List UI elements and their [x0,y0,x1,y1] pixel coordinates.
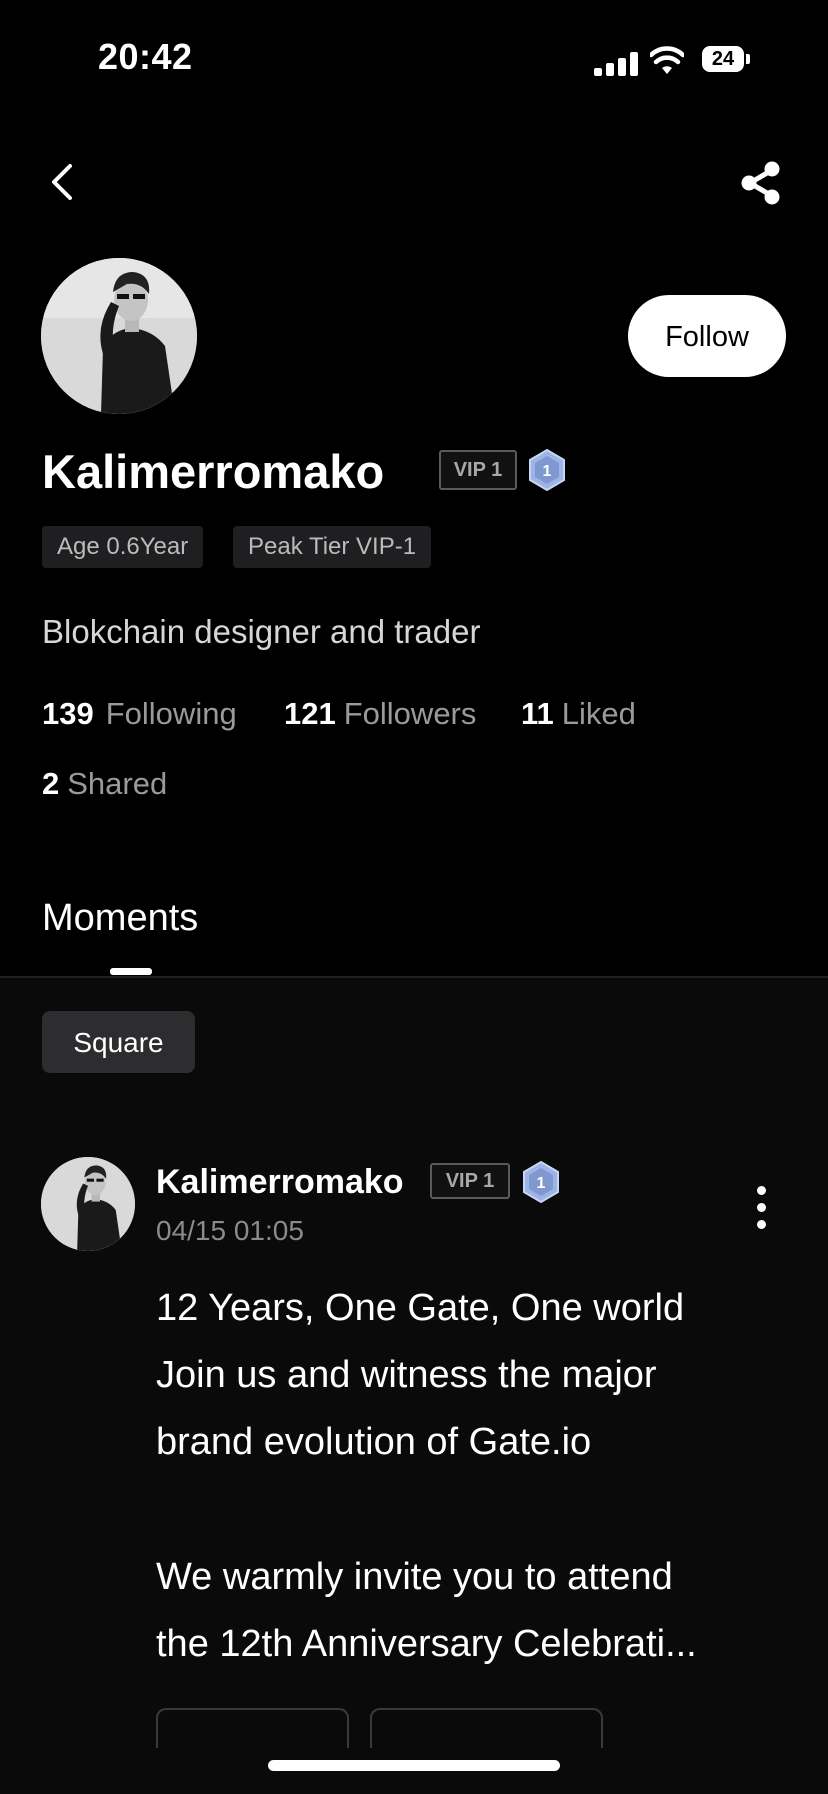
status-time: 20:42 [98,36,193,77]
tier-badge-icon: 1 [527,448,567,492]
post-timestamp: 04/15 01:05 [156,1215,304,1246]
profile-name: Kalimerromako [42,445,385,498]
vip-badge: VIP 1 [439,450,517,490]
tab-active-indicator [110,968,152,975]
liked-label: Liked [561,696,636,731]
post-text-line[interactable]: the 12th Anniversary Celebrati... [156,1620,697,1668]
post-text-line[interactable]: 12 Years, One Gate, One world [156,1284,684,1332]
cellular-signal-icon [594,52,638,76]
shared-label: Shared [67,766,168,801]
post-text-line[interactable]: We warmly invite you to attend [156,1553,673,1601]
square-filter-button[interactable]: Square [42,1011,195,1073]
tier-level: 1 [543,463,552,480]
followers-count: 121 [284,696,336,731]
post-attachment-card[interactable] [156,1708,349,1748]
battery-icon: 24 [702,46,752,74]
following-label: Following [105,696,237,731]
profile-avatar[interactable] [41,258,197,414]
post-text-line[interactable]: Join us and witness the major [156,1351,657,1399]
peak-tier-chip: Peak Tier VIP-1 [233,526,432,568]
post-tier-level: 1 [537,1175,546,1192]
share-icon[interactable] [740,160,782,206]
stat-shared[interactable]: 2 Shared [42,764,167,804]
liked-count: 11 [521,696,554,731]
stat-following[interactable]: 139 Following [42,694,237,734]
tab-moments[interactable]: Moments [42,894,198,942]
post-author-avatar[interactable] [41,1157,135,1251]
post-text-line[interactable]: brand evolution of Gate.io [156,1418,591,1466]
post-author-name[interactable]: Kalimerromako [156,1160,404,1204]
followers-label: Followers [343,696,477,731]
post-vip-badge: VIP 1 [430,1163,510,1199]
battery-level: 24 [711,48,735,70]
back-chevron-icon[interactable] [44,160,80,204]
more-options-icon[interactable] [750,1186,774,1230]
post-tier-badge-icon: 1 [521,1160,561,1204]
age-chip: Age 0.6Year [42,526,204,568]
post-attachment-card[interactable] [370,1708,603,1748]
following-count: 139 [42,696,94,731]
profile-bio: Blokchain designer and trader [42,613,481,650]
stat-followers[interactable]: 121 Followers [284,694,476,734]
shared-count: 2 [42,766,60,801]
stat-liked[interactable]: 11 Liked [521,694,636,734]
home-indicator[interactable] [268,1760,560,1771]
follow-button[interactable]: Follow [628,295,786,377]
wifi-icon [650,46,684,74]
